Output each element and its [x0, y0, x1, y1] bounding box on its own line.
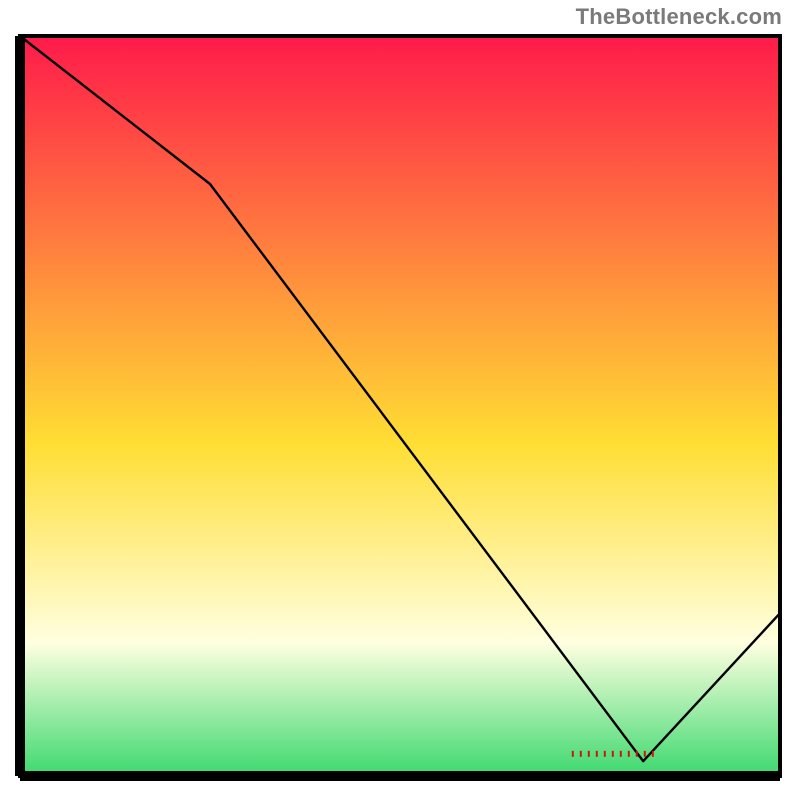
plot-area: [12, 32, 788, 788]
chart-svg: [12, 32, 788, 788]
chart-stage: TheBottleneck.com: [0, 0, 800, 800]
plot-background: [20, 36, 780, 776]
watermark-text: TheBottleneck.com: [576, 4, 782, 30]
